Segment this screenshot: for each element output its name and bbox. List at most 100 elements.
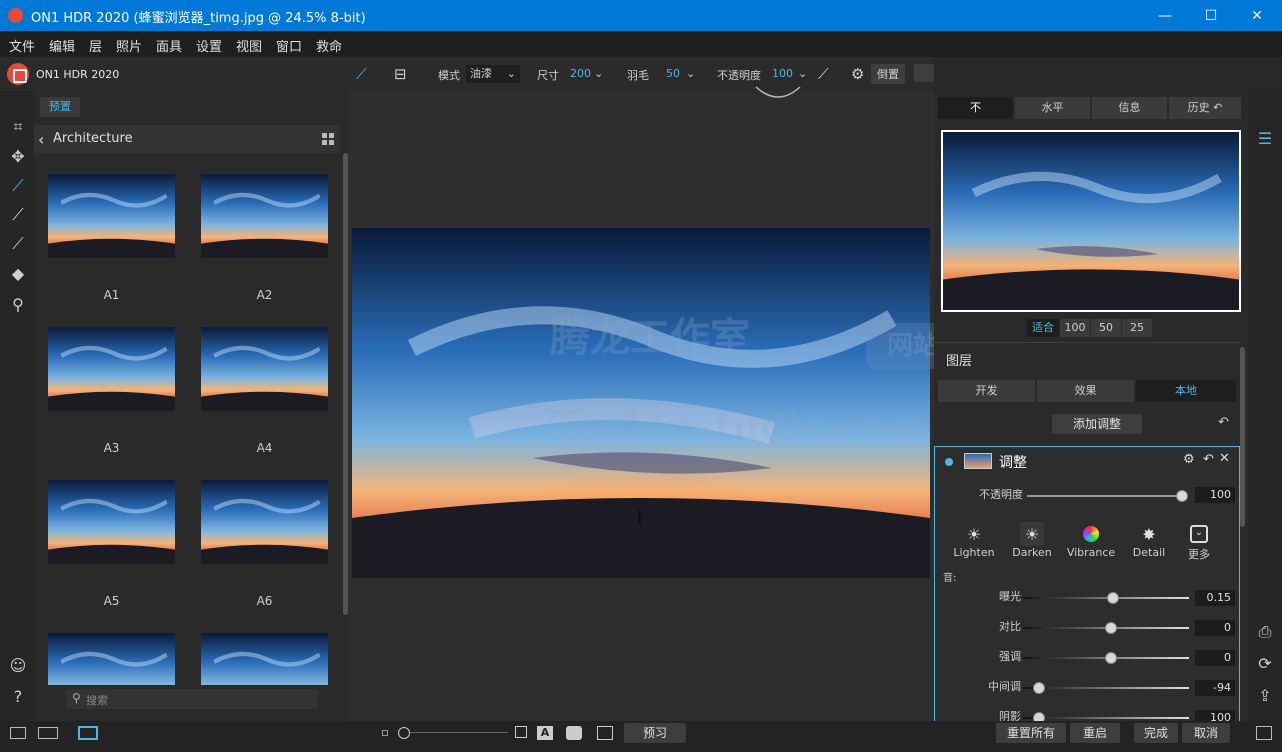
zoom-knob[interactable] (398, 727, 410, 739)
menu-window[interactable]: 窗口 (276, 36, 302, 55)
panel-toggle-icon[interactable] (10, 727, 26, 739)
share-icon[interactable]: ⟳ (1254, 652, 1276, 674)
folder-header[interactable]: ‹ Architecture (34, 125, 340, 153)
search-field[interactable]: ⚲ 搜索 (66, 689, 318, 709)
close-icon[interactable]: ✕ (1219, 451, 1230, 466)
lighten-label[interactable]: Lighten (944, 546, 1004, 559)
mode-select[interactable]: 油漆 ⌄ (466, 65, 520, 83)
preset-thumbnail[interactable] (201, 633, 328, 685)
mask-view-icon[interactable]: ⊟ (394, 65, 407, 83)
feather-value[interactable]: 50 (666, 67, 680, 80)
mask-thumbnail[interactable] (964, 453, 992, 469)
darken-label[interactable]: Darken (1002, 546, 1062, 559)
gear-icon[interactable]: ⚙ (1183, 452, 1195, 467)
minimize-button[interactable]: — (1142, 0, 1188, 31)
crop-icon[interactable]: ⌗ (7, 116, 29, 138)
opacity-chevron-icon[interactable]: ⌄ (798, 67, 807, 80)
print-icon[interactable]: ⎙ (1254, 621, 1276, 643)
preset-thumbnail[interactable] (48, 327, 175, 411)
darken-icon[interactable]: ☀ (1020, 522, 1044, 546)
magic-brush-icon[interactable]: ⟋ (818, 65, 829, 83)
slider-knob[interactable] (1105, 622, 1117, 634)
tab-local[interactable]: 本地 (1136, 380, 1236, 402)
menu-file[interactable]: 文件 (9, 36, 35, 55)
opacity-track[interactable] (1027, 495, 1187, 497)
preset-thumbnail[interactable] (201, 327, 328, 411)
slider-track[interactable] (1023, 687, 1189, 689)
reset-icon[interactable]: ↶ (1218, 415, 1229, 430)
brush-icon[interactable]: ⟋ (356, 65, 367, 83)
invert-button[interactable]: 倒置 (871, 64, 905, 84)
active-dot-icon[interactable] (945, 458, 953, 466)
cancel-button[interactable]: 取消 (1182, 723, 1230, 743)
more-toolbar-button[interactable] (914, 64, 934, 82)
menu-settings[interactable]: 设置 (196, 36, 222, 55)
vibrance-label[interactable]: Vibrance (1061, 546, 1121, 559)
detail-icon[interactable]: ✸ (1137, 522, 1161, 546)
slider-track[interactable] (1023, 597, 1189, 599)
gear-icon[interactable]: ⚙ (851, 65, 864, 83)
export-icon[interactable]: ⇪ (1254, 684, 1276, 706)
text-overlay-icon[interactable]: A (537, 726, 553, 740)
menu-layer[interactable]: 层 (89, 36, 102, 55)
vibrance-icon[interactable] (1079, 522, 1103, 546)
slider-knob[interactable] (1107, 592, 1119, 604)
preview-button[interactable]: 预习 (624, 723, 686, 743)
feather-chevron-icon[interactable]: ⌄ (686, 67, 695, 80)
reset-all-button[interactable]: 重置所有 (996, 723, 1066, 743)
more-label[interactable]: 更多 (1169, 546, 1229, 562)
refine-brush-icon[interactable]: ⟋ (7, 233, 29, 255)
right-panel-toggle-icon[interactable] (1256, 726, 1272, 740)
maximize-button[interactable]: ☐ (1188, 0, 1234, 31)
preset-thumbnail[interactable] (201, 480, 328, 564)
lighten-icon[interactable]: ☀ (962, 522, 986, 546)
preset-thumbnail[interactable] (48, 633, 175, 685)
slider-knob[interactable] (1033, 682, 1045, 694)
done-button[interactable]: 完成 (1134, 723, 1178, 743)
opacity-value[interactable]: 100 (772, 67, 793, 80)
chevron-left-icon[interactable]: ‹ (38, 130, 44, 149)
navigator-preview[interactable] (941, 130, 1241, 312)
right-scrollbar[interactable] (1240, 347, 1245, 527)
size-chevron-icon[interactable]: ⌄ (594, 67, 603, 80)
brush-tool-icon[interactable]: ⟋ (7, 175, 29, 197)
size-value[interactable]: 200 (570, 67, 591, 80)
mask-overlay-icon[interactable] (566, 726, 582, 740)
masking-bug-icon[interactable]: ⟋ (7, 204, 29, 226)
tab-navigator[interactable]: 不 (938, 97, 1013, 119)
tab-levels[interactable]: 水平 (1015, 97, 1090, 119)
menu-mask[interactable]: 面具 (156, 36, 182, 55)
zoom-fit-button[interactable]: 适合 (1027, 319, 1059, 337)
menu-photo[interactable]: 照片 (116, 36, 142, 55)
close-button[interactable]: ✕ (1234, 0, 1280, 31)
zoom-50-button[interactable]: 50 (1091, 319, 1121, 337)
eraser-icon[interactable]: ◆ (7, 262, 29, 284)
sliders-icon[interactable]: ☰ (1254, 127, 1276, 149)
reset-icon[interactable]: ↶ (1203, 452, 1214, 467)
filmstrip-icon[interactable] (38, 727, 58, 739)
more-icon[interactable]: ⌄ (1187, 522, 1211, 546)
preset-thumbnail[interactable] (48, 480, 175, 564)
main-photo[interactable] (352, 228, 930, 578)
restart-button[interactable]: 重启 (1070, 723, 1120, 743)
slider-value[interactable]: -94 (1195, 680, 1235, 696)
slider-value[interactable]: 0.15 (1195, 590, 1235, 606)
menu-view[interactable]: 视图 (236, 36, 262, 55)
move-icon[interactable]: ✥ (7, 145, 29, 167)
presets-tab[interactable]: 预置 (40, 97, 80, 117)
zoom-track[interactable] (410, 732, 508, 733)
opacity-value[interactable]: 100 (1195, 487, 1235, 503)
zoom-hand-icon[interactable]: ⚲ (7, 293, 29, 315)
single-view-icon[interactable] (78, 726, 98, 740)
grid-view-icon[interactable] (322, 133, 334, 145)
slider-track[interactable] (1023, 717, 1189, 719)
slider-value[interactable]: 0 (1195, 620, 1235, 636)
user-icon[interactable]: ☺ (7, 654, 29, 676)
tab-history[interactable]: 历史 ↶ (1169, 97, 1241, 119)
preset-thumbnail[interactable] (201, 174, 328, 258)
menu-edit[interactable]: 编辑 (49, 36, 75, 55)
tab-effects[interactable]: 效果 (1037, 380, 1134, 402)
add-adjustment-button[interactable]: 添加调整 (1052, 414, 1142, 434)
compare-icon[interactable] (597, 726, 613, 740)
layers-title[interactable]: 图层 (946, 350, 972, 369)
